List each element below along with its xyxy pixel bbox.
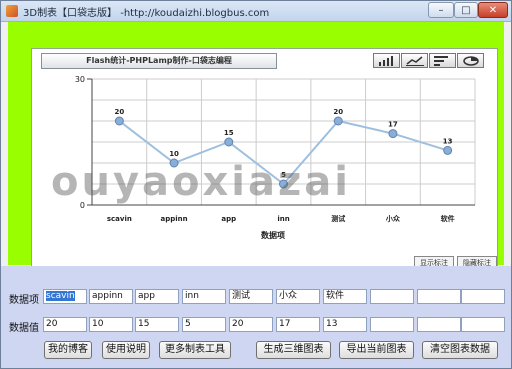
item-input[interactable]: 软件 [323,289,367,304]
x-tick-label: appinn [161,215,188,223]
y-tick-label: 30 [75,75,85,84]
x-tick-label: inn [277,215,289,223]
app-icon [6,5,18,17]
item-input[interactable]: inn [182,289,226,304]
value-input[interactable]: 5 [182,317,226,332]
item-input[interactable]: app [135,289,179,304]
value-input[interactable] [461,317,505,332]
x-tick-label: 软件 [441,214,455,223]
x-tick-label: scavin [107,215,132,223]
item-input[interactable]: appinn [89,289,133,304]
data-point [388,129,398,139]
data-label: 20 [333,108,343,116]
value-input[interactable]: 10 [89,317,133,332]
app-window: 3D制表【口袋志版】 -http://koudaizhi.blogbus.com… [0,0,512,369]
item-input[interactable] [417,289,461,304]
x-tick-label: app [221,215,236,223]
data-point [224,137,234,147]
x-axis-tick-labels: scavin appinn app inn 测试 小众 软件 [107,214,455,223]
item-input[interactable]: 测试 [229,289,273,304]
close-button[interactable]: ✕ [478,2,508,18]
item-input[interactable]: 小众 [276,289,320,304]
more-tools-button[interactable]: 更多制表工具 [159,341,231,359]
value-input[interactable]: 17 [276,317,320,332]
data-label: 13 [443,137,453,145]
value-input[interactable] [417,317,461,332]
minimize-button[interactable]: – [428,2,454,18]
value-input[interactable]: 20 [43,317,87,332]
watermark: ouyaoxiazai [51,159,351,205]
title-bar[interactable]: 3D制表【口袋志版】 -http://koudaizhi.blogbus.com… [1,1,511,22]
window-title: 3D制表【口袋志版】 -http://koudaizhi.blogbus.com [23,8,270,19]
export-chart-button[interactable]: 导出当前图表 [339,341,414,359]
data-label: 15 [224,129,234,137]
item-row-label: 数据项 [9,295,39,306]
generate-3d-button[interactable]: 生成三维图表 [256,341,331,359]
value-input[interactable] [370,317,414,332]
x-tick-label: 小众 [385,214,401,223]
value-input[interactable]: 20 [229,317,273,332]
instructions-button[interactable]: 使用说明 [102,341,150,359]
data-label: 20 [114,108,124,116]
data-point [443,145,453,155]
data-point [333,116,343,126]
maximize-button[interactable]: □ [454,2,478,18]
data-point [114,116,124,126]
flash-chart-area: Flash统计-PHPLamp制作-口袋志编程 0 30 20 10 15 5 20 1 [8,22,504,270]
my-blog-button[interactable]: 我的博客 [44,341,92,359]
value-row-label: 数据值 [9,323,39,334]
x-tick-label: 测试 [331,214,345,223]
clear-data-button[interactable]: 清空图表数据 [422,341,498,359]
item-input[interactable] [461,289,505,304]
value-input[interactable]: 13 [323,317,367,332]
item-input[interactable]: scavin [43,289,87,304]
data-label: 10 [169,150,179,158]
item-input[interactable] [370,289,414,304]
value-input[interactable]: 15 [135,317,179,332]
data-label: 17 [388,121,398,129]
x-axis-title: 数据项 [261,230,285,240]
